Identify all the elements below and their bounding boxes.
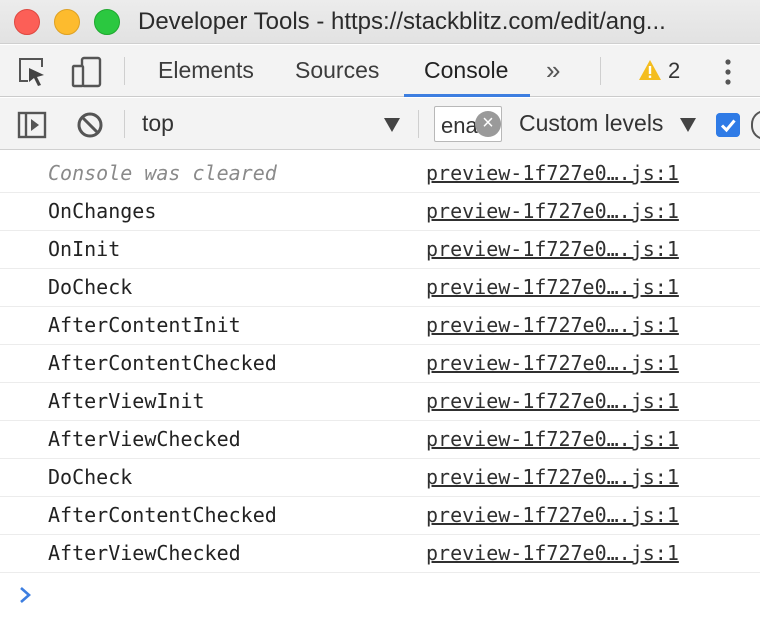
message-text: DoCheck xyxy=(48,275,133,299)
console-message: AfterViewChecked preview-1f727e0….js:1 xyxy=(0,421,760,459)
message-source-link[interactable]: preview-1f727e0….js:1 xyxy=(426,389,679,413)
device-toolbar-icon[interactable] xyxy=(70,55,104,89)
warning-count: 2 xyxy=(668,58,681,83)
console-message: AfterContentInit preview-1f727e0….js:1 xyxy=(0,307,760,345)
message-source-link[interactable]: preview-1f727e0….js:1 xyxy=(426,199,679,223)
console-messages: Console was cleared preview-1f727e0….js:… xyxy=(0,155,760,573)
inspect-element-icon[interactable] xyxy=(16,55,50,89)
message-text: OnInit xyxy=(48,237,121,261)
message-source-link[interactable]: preview-1f727e0….js:1 xyxy=(426,237,679,261)
tab-elements[interactable]: Elements xyxy=(158,45,254,97)
message-text: AfterViewChecked xyxy=(48,427,241,451)
filter-input-value: ena xyxy=(441,113,478,138)
toolbar-divider xyxy=(418,110,419,138)
message-source-link[interactable]: preview-1f727e0….js:1 xyxy=(426,313,679,337)
show-sidebar-icon[interactable] xyxy=(16,108,50,142)
context-selector[interactable]: top xyxy=(142,110,174,137)
message-text: AfterContentChecked xyxy=(48,503,277,527)
message-source-link[interactable]: preview-1f727e0….js:1 xyxy=(426,465,679,489)
message-source-link[interactable]: preview-1f727e0….js:1 xyxy=(426,351,679,375)
message-text: AfterViewInit xyxy=(48,389,205,413)
minimize-window-button[interactable] xyxy=(54,9,80,35)
message-text: AfterContentChecked xyxy=(48,351,277,375)
console-message: DoCheck preview-1f727e0….js:1 xyxy=(0,269,760,307)
clear-filter-icon[interactable]: × xyxy=(475,111,501,137)
console-message: Console was cleared preview-1f727e0….js:… xyxy=(0,155,760,193)
message-source-link[interactable]: preview-1f727e0….js:1 xyxy=(426,541,679,565)
message-text: AfterViewChecked xyxy=(48,541,241,565)
console-message: DoCheck preview-1f727e0….js:1 xyxy=(0,459,760,497)
console-input[interactable] xyxy=(40,578,740,610)
message-source-link[interactable]: preview-1f727e0….js:1 xyxy=(426,427,679,451)
log-levels-dropdown[interactable]: Custom levels xyxy=(519,110,663,137)
message-text: Console was cleared xyxy=(48,161,277,185)
console-toolbar: top Custom levels xyxy=(0,98,760,150)
message-text: DoCheck xyxy=(48,465,133,489)
console-message: OnChanges preview-1f727e0….js:1 xyxy=(0,193,760,231)
more-tabs-button[interactable]: » xyxy=(546,45,560,97)
more-options-icon[interactable] xyxy=(716,55,740,89)
active-tab-indicator xyxy=(404,94,530,97)
filter-input[interactable]: ena × xyxy=(434,106,502,142)
warning-icon xyxy=(639,60,661,80)
console-prompt-icon xyxy=(20,587,31,603)
tab-sources[interactable]: Sources xyxy=(295,45,379,97)
group-similar-checkbox[interactable] xyxy=(716,113,740,137)
warnings-counter[interactable]: 2 xyxy=(638,57,688,85)
zoom-window-button[interactable] xyxy=(94,9,120,35)
toolbar-divider xyxy=(124,110,125,138)
console-message: AfterContentChecked preview-1f727e0….js:… xyxy=(0,497,760,535)
message-source-link[interactable]: preview-1f727e0….js:1 xyxy=(426,275,679,299)
console-message: OnInit preview-1f727e0….js:1 xyxy=(0,231,760,269)
context-dropdown-icon[interactable] xyxy=(384,118,400,132)
toolbar-divider xyxy=(600,57,601,85)
console-message: AfterContentChecked preview-1f727e0….js:… xyxy=(0,345,760,383)
close-window-button[interactable] xyxy=(14,9,40,35)
devtools-tab-bar: Elements Sources Console » 2 xyxy=(0,45,760,97)
message-source-link[interactable]: preview-1f727e0….js:1 xyxy=(426,503,679,527)
message-text: OnChanges xyxy=(48,199,157,223)
title-bar: Developer Tools - https://stackblitz.com… xyxy=(0,0,760,44)
console-message: AfterViewInit preview-1f727e0….js:1 xyxy=(0,383,760,421)
console-message: AfterViewChecked preview-1f727e0….js:1 xyxy=(0,535,760,573)
message-source-link[interactable]: preview-1f727e0….js:1 xyxy=(426,161,679,185)
message-text: AfterContentInit xyxy=(48,313,241,337)
clear-console-icon[interactable] xyxy=(74,108,108,142)
toolbar-divider xyxy=(124,57,125,85)
tab-console[interactable]: Console xyxy=(424,45,508,97)
log-levels-dropdown-icon[interactable] xyxy=(680,118,696,132)
window-title: Developer Tools - https://stackblitz.com… xyxy=(138,8,666,35)
